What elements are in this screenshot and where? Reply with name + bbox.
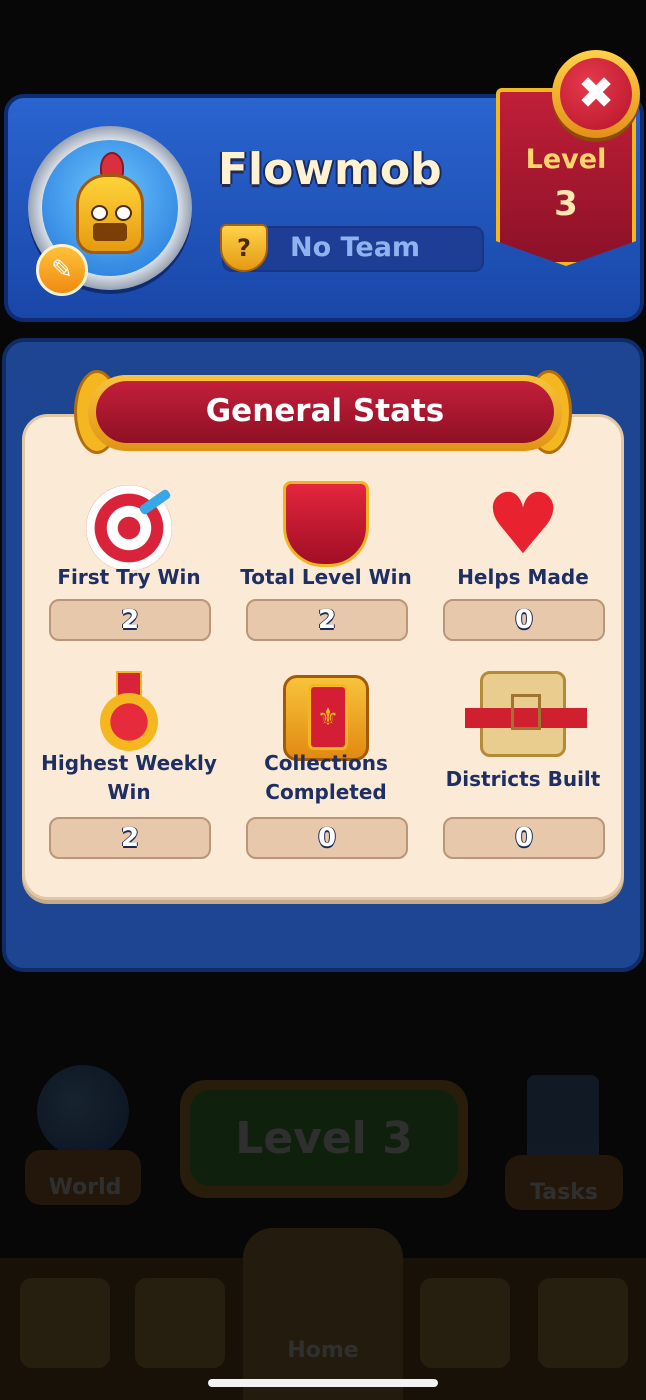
stat-highest-weekly-win: Highest Weekly Win 2: [39, 667, 219, 867]
trophy-icon: [135, 1278, 225, 1368]
profile-card: ✎ Flowmob ? No Team Level 3: [4, 88, 644, 322]
collection-icon: [538, 1278, 628, 1368]
stat-districts-built: Districts Built 0: [433, 667, 613, 867]
stat-value: 2: [49, 599, 211, 641]
world-label: World: [48, 1175, 122, 1200]
stat-total-level-win: Total Level Win 2: [236, 481, 416, 681]
stats-content: First Try Win 2 Total Level Win 2 ♥ Help…: [22, 414, 624, 900]
stat-label: Highest Weekly Win: [41, 751, 217, 804]
fleur-de-lis-icon: ⚜: [308, 684, 348, 750]
stat-label: Total Level Win: [240, 565, 412, 589]
medal-icon: [86, 671, 172, 757]
stats-title-banner: General Stats: [88, 375, 562, 451]
player-name: Flowmob: [218, 144, 442, 195]
team-icon: [420, 1278, 510, 1368]
stats-title: General Stats: [96, 381, 554, 443]
stat-value: 2: [49, 817, 211, 859]
shop-icon: [20, 1278, 110, 1368]
stat-value: 0: [443, 599, 605, 641]
stat-label: Helps Made: [457, 565, 589, 589]
dart-icon: [138, 488, 172, 516]
stat-collections-completed: ⚜ Collections Completed 0: [236, 667, 416, 867]
castle-icon: [511, 694, 541, 730]
tasks-button: Tasks: [505, 1070, 623, 1210]
play-level-label: Level 3: [190, 1090, 458, 1186]
heart-icon: ♥: [485, 475, 561, 573]
stat-label: Collections Completed: [264, 751, 388, 804]
home-label: Home: [287, 1338, 359, 1363]
stat-helps-made: ♥ Helps Made 0: [433, 481, 613, 681]
world-button: World: [25, 1065, 145, 1210]
stat-label: Districts Built: [445, 767, 601, 791]
edit-avatar-button[interactable]: ✎: [36, 244, 88, 296]
stat-value: 0: [246, 817, 408, 859]
level-label: Level: [525, 144, 607, 175]
team-shield-icon: ?: [220, 224, 268, 272]
stat-first-try-win: First Try Win 2: [39, 481, 219, 681]
trumpets-icon: [283, 481, 369, 567]
stat-value: 2: [246, 599, 408, 641]
team-bar[interactable]: ? No Team: [220, 224, 484, 272]
close-button[interactable]: ✖: [552, 50, 640, 138]
play-level-button: Level 3: [180, 1080, 468, 1198]
home-tab: Home: [243, 1228, 403, 1400]
team-name: No Team: [290, 232, 421, 263]
stat-label: First Try Win: [57, 565, 201, 589]
castle-scroll-icon: [465, 671, 587, 757]
stat-value: 0: [443, 817, 605, 859]
close-icon: ✖: [560, 58, 632, 130]
scroll-icon: [527, 1075, 599, 1163]
helmet-icon: [76, 174, 144, 254]
level-value: 3: [554, 184, 578, 224]
target-icon: [86, 485, 172, 571]
globe-icon: [37, 1065, 129, 1157]
tasks-label: Tasks: [530, 1180, 598, 1205]
home-indicator[interactable]: [208, 1379, 438, 1387]
